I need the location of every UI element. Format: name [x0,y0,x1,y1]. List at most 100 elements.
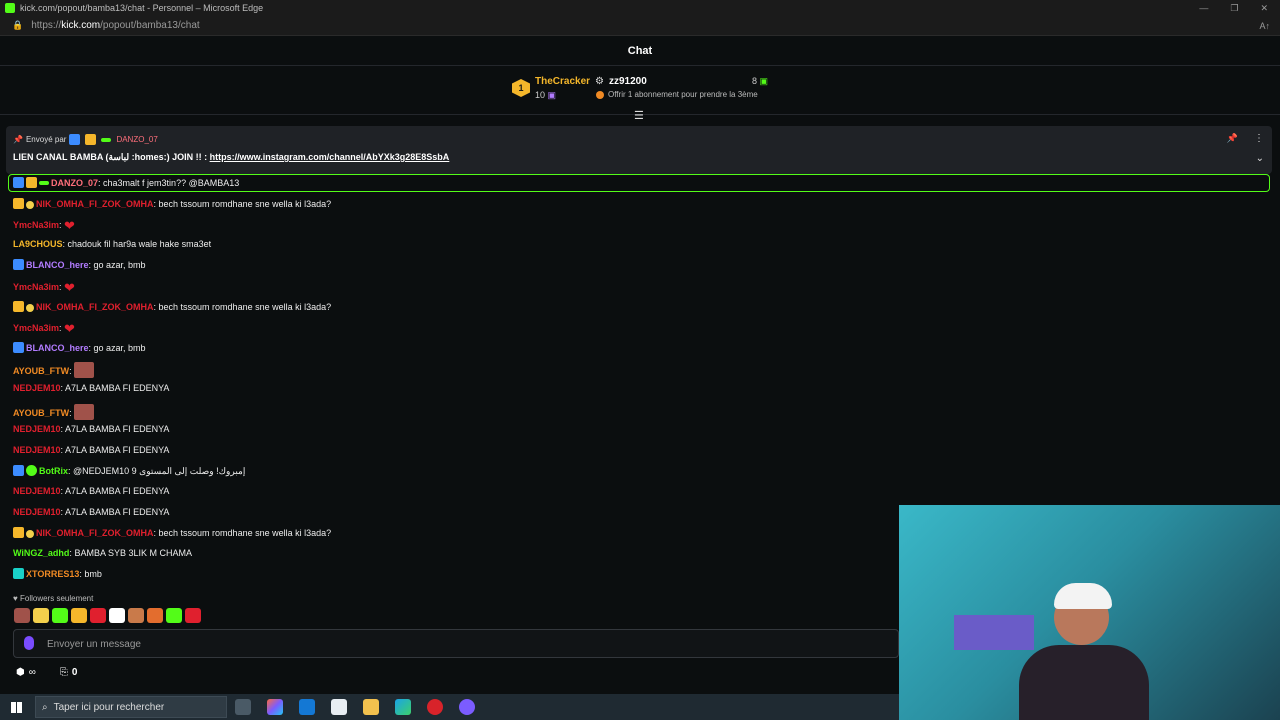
chat-message-text: bech tssoum romdhane sne wella ki l3ada? [158,198,332,209]
quick-emotes [14,608,201,623]
taskbar-search[interactable]: ⌕ Taper ici pour rechercher [35,696,227,718]
chat-message-row: NEDJEM10: A7LA BAMBA FI EDENYA [13,445,169,455]
outlook-icon[interactable] [299,699,315,715]
chat-username[interactable]: NEDJEM10 [13,445,61,455]
gift-badge-icon [26,530,34,539]
chat-message-text: @NEDJEM10 9 إمبروك! وصلت إلى المستوى [73,466,246,477]
chat-username[interactable]: NEDJEM10 [13,507,61,517]
chat-message-text: chadouk fil har9a wale hake sma3et [67,238,212,249]
lock-icon[interactable]: 🔒 [12,20,23,31]
unpin-icon[interactable]: 📌 [1227,133,1238,144]
verified-badge-icon [26,465,37,477]
chat-message-row: DANZO_07: cha3malt f jem3tin?? @BAMBA13 [13,177,239,188]
task-view-icon[interactable] [235,699,251,715]
folder-icon[interactable] [363,699,379,715]
url-prefix[interactable]: https:// [31,20,61,31]
crown-badge-icon [13,300,24,312]
chat-username[interactable]: NIK_OMHA_FI_ZOK_OMHA [36,528,154,538]
address-bar: 🔒 https://kick.com/popout/bamba13/chat A… [0,16,1280,36]
more-options-icon[interactable]: ⋮ [1254,133,1264,144]
minimize-icon[interactable]: — [1199,3,1208,14]
quick-emote-icon[interactable] [185,608,201,623]
pinned-user[interactable]: DANZO_07 [116,135,157,144]
points-icon[interactable]: ⬢ [16,667,25,678]
moderator-badge-icon [13,259,24,271]
sub-bar-badge-icon [101,137,112,142]
url-domain[interactable]: kick.com [61,20,100,31]
url-path[interactable]: /popout/bamba13/chat [100,20,200,31]
read-aloud-icon[interactable]: A↑ [1259,21,1270,31]
points-value: 0 [71,667,78,678]
chat-username[interactable]: YmcNa3im [13,220,59,230]
pinned-header: 📌 Envoyé par DANZO_07 [13,134,158,145]
pinned-text-body: LIEN CANAL BAMBA (لباسة :homes:) JOIN !!… [13,152,210,162]
chat-username[interactable]: NEDJEM10 [13,383,61,393]
chat-message-row: AYOUB_FTW: [13,362,95,379]
chat-username[interactable]: XTORRES13 [26,569,79,579]
moderator-badge-icon [13,177,24,188]
store-icon[interactable] [331,699,347,715]
chat-message-row: NEDJEM10: A7LA BAMBA FI EDENYA [13,507,169,517]
crown-badge-icon [26,177,37,188]
message-input[interactable] [47,636,887,652]
chat-message-row: XTORRES13: bmb [13,568,102,580]
pinned-link[interactable]: https://www.instagram.com/channel/AbYXk3… [210,152,450,162]
rank-number: 1 [518,83,524,93]
gift-box-icon[interactable]: ⎘ [60,667,68,678]
quick-emote-icon[interactable] [147,608,163,623]
chat-message-row: NIK_OMHA_FI_ZOK_OMHA: bech tssoum romdha… [13,527,331,539]
chat-emote-icon [74,403,95,420]
chat-username[interactable]: AYOUB_FTW [13,366,69,376]
chat-username[interactable]: BLANCO_here [26,260,89,270]
discord-icon[interactable] [459,699,475,715]
maximize-icon[interactable]: ❐ [1230,3,1238,14]
chevron-down-icon[interactable]: ⌄ [1256,153,1264,164]
gift-badge-icon [26,303,34,312]
chat-username[interactable]: YmcNa3im [13,282,59,292]
chat-message-text: cha3malt f jem3tin?? @BAMBA13 [103,178,240,188]
copilot-icon[interactable] [267,699,283,715]
chat-username[interactable]: AYOUB_FTW [13,408,69,418]
chat-username[interactable]: NIK_OMHA_FI_ZOK_OMHA [36,199,154,209]
moderator-badge-icon [13,465,24,477]
quick-emote-icon[interactable] [14,608,30,623]
second-count: 8 [752,76,758,86]
chat-message-row: LA9CHOUS: chadouk fil har9a wale hake sm… [13,239,211,249]
chat-username[interactable]: YmcNa3im [13,323,59,333]
chat-username[interactable]: DANZO_07 [51,178,98,188]
quick-emote-icon[interactable] [52,608,68,623]
subscription-icon [596,91,604,99]
obs-icon[interactable] [427,699,443,715]
quick-emote-icon[interactable] [166,608,182,623]
quick-emote-icon[interactable] [71,608,87,623]
leaderboard-second-name[interactable]: zz91200 [609,76,647,87]
quick-emote-icon[interactable] [128,608,144,623]
close-icon[interactable]: ✕ [1260,3,1268,14]
heart-outline-icon: ♥ [13,594,18,603]
edge-icon[interactable] [395,699,411,715]
leaderboard-hint[interactable]: Offrir 1 abonnement pour prendre la 3ème [608,90,758,99]
windows-start-icon[interactable] [11,701,22,713]
chat-username[interactable]: WiNGZ_adhd [13,548,69,558]
chat-username[interactable]: NEDJEM10 [13,424,61,434]
chat-footer: ⬢ ∞ ⎘ 0 [16,667,77,678]
chat-username[interactable]: LA9CHOUS [13,239,63,249]
quick-emote-icon[interactable] [33,608,49,623]
chat-username[interactable]: BLANCO_here [26,343,89,353]
chat-message-text: A7LA BAMBA FI EDENYA [65,444,170,455]
chat-message-row: WiNGZ_adhd: BAMBA SYB 3LIK M CHAMA [13,548,192,558]
chat-message-text: A7LA BAMBA FI EDENYA [65,383,170,393]
gift-badge-icon [26,200,34,209]
leaderboard-first-name[interactable]: TheCracker [535,76,590,87]
scroll-to-bottom-icon[interactable]: ☰ [634,109,644,122]
pinned-text: LIEN CANAL BAMBA (لباسة :homes:) JOIN !!… [13,152,449,163]
emote-picker-icon[interactable] [24,636,34,650]
chat-message-text: A7LA BAMBA FI EDENYA [65,486,170,496]
window-controls: — ❐ ✕ [1199,3,1280,14]
chat-username[interactable]: BotRix [39,466,68,476]
chat-username[interactable]: NEDJEM10 [13,486,61,496]
sub-bar-badge-icon [39,181,49,185]
quick-emote-icon[interactable] [90,608,106,623]
quick-emote-icon[interactable] [109,608,125,623]
chat-username[interactable]: NIK_OMHA_FI_ZOK_OMHA [36,302,154,312]
